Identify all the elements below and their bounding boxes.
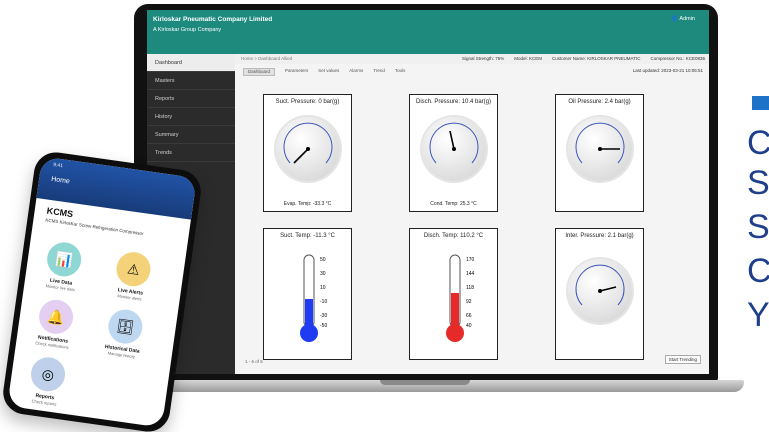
thermo-tick: 144	[466, 271, 475, 277]
phone-title: Home	[50, 175, 71, 186]
thermo-tick: 50	[320, 257, 326, 263]
tab-set-values[interactable]: Set values	[318, 68, 339, 76]
sidebar-item-dashboard[interactable]: Dashboard	[147, 54, 235, 72]
tab-trend[interactable]: Trend	[373, 68, 385, 76]
thermo-tick: 170	[466, 257, 475, 263]
thermo-tick: -10	[320, 299, 327, 305]
tab-parameters[interactable]: Parameters	[285, 68, 308, 76]
company-name: Kirloskar Pneumatic Company Limited	[153, 16, 273, 23]
thermometer: 50 30 10 -10 -30 -50	[300, 249, 327, 345]
card-discharge-pressure: Disch. Pressure: 10.4 bar(g) Cond. Temp:…	[409, 94, 498, 212]
customer-name: Customer Name: KIRLOSKAR PNEUMATIC	[552, 56, 641, 61]
device-meta: Signal Strength: 75% Model: KCEM Custome…	[462, 56, 705, 61]
card-title: Suct. Pressure: 0 bar(g)	[275, 99, 340, 105]
thermo-tick: 118	[466, 285, 474, 291]
laptop-screen: Kirloskar Pneumatic Company Limited A Ki…	[147, 10, 709, 374]
user-label: Admin	[679, 16, 695, 22]
compressor-no: Compressor No.: KCE0836	[650, 56, 705, 61]
tile-historical-data[interactable]: 🗄 Historical Data Manage history	[101, 307, 147, 360]
card-title: Oil Pressure: 2.4 bar(g)	[568, 99, 631, 105]
tile-reports[interactable]: ◎ Reports Check reports	[24, 355, 70, 408]
card-footer: Evap. Temp: -33.3 °C	[283, 201, 332, 207]
report-icon: ◎	[28, 355, 68, 394]
sidebar-item-summary[interactable]: Summary	[147, 126, 235, 144]
tile-live-alerts[interactable]: ⚠ Live Alerts Monitor alerts	[109, 249, 155, 303]
right-text-line: S	[747, 208, 769, 246]
user-menu[interactable]: 👤 Admin	[671, 16, 695, 22]
thermo-tick: -50	[320, 323, 327, 329]
last-updated: Last updated: 2023-03-21 10:05:51	[632, 68, 703, 73]
phone-screen: 9:41 Home KCMS KCMS KirlosKar Screw Refr…	[7, 156, 197, 428]
breadcrumb: Home > Dashboard Allied	[241, 56, 293, 61]
thermo-tick: -30	[320, 313, 327, 319]
bell-icon: 🔔	[36, 297, 76, 337]
pressure-gauge	[276, 117, 340, 181]
database-icon: 🗄	[106, 307, 145, 346]
card-footer: Cond. Temp: 25.3 °C	[430, 201, 477, 207]
thermo-tick: 10	[320, 285, 326, 291]
phone-frame: 9:41 Home KCMS KCMS KirlosKar Screw Refr…	[0, 149, 204, 432]
pressure-gauge	[568, 117, 632, 181]
card-title: Suct. Temp: -11.3 °C	[280, 233, 335, 239]
card-title: Inter. Pressure: 2.1 bar(g)	[565, 233, 634, 239]
alert-icon: ⚠	[114, 249, 153, 289]
thermo-tick: 66	[466, 313, 472, 319]
thermo-tick: 30	[320, 271, 326, 277]
card-title: Disch. Temp: 110.2 °C	[423, 233, 484, 239]
signal-strength: Signal Strength: 75%	[461, 56, 505, 61]
start-trending-button[interactable]: Start Trending	[664, 355, 701, 364]
sidebar-item-history[interactable]: History	[147, 108, 235, 126]
card-discharge-temp: Disch. Temp: 110.2 °C 170 144 118 92 66 …	[409, 228, 498, 360]
pagination-text: 1 - 6 of 6	[245, 359, 263, 364]
tab-alarms[interactable]: Alarms	[349, 68, 363, 76]
phone-status-time: 9:41	[52, 162, 64, 170]
thermometer: 170 144 118 92 66 40	[446, 249, 475, 345]
tile-notifications[interactable]: 🔔 Notifications Check notifications	[32, 297, 78, 350]
right-text-line: C	[747, 124, 769, 162]
card-suction-temp: Suct. Temp: -11.3 °C 50 30 10 -10 -30 -5…	[263, 228, 352, 360]
tab-tools[interactable]: Tools	[395, 68, 406, 76]
company-subtitle: A Kirloskar Group Company	[153, 27, 222, 33]
thermo-tick: 92	[466, 299, 472, 305]
info-bar: Home > Dashboard Allied Signal Strength:…	[235, 54, 709, 64]
right-text-line: S	[747, 164, 769, 202]
card-inter-pressure: Inter. Pressure: 2.1 bar(g)	[555, 228, 644, 360]
laptop-notch	[380, 380, 470, 385]
sidebar-item-trends[interactable]: Trends	[147, 144, 235, 162]
sidebar-item-masters[interactable]: Masters	[147, 72, 235, 90]
right-text-line: C	[747, 252, 769, 290]
card-oil-pressure: Oil Pressure: 2.4 bar(g)	[555, 94, 644, 212]
app-subtitle: KCMS KirlosKar Screw Refrigeration Compr…	[45, 217, 144, 237]
tab-dashboard[interactable]: Dashboard	[243, 68, 276, 76]
right-text-line: Y	[747, 296, 769, 334]
card-suction-pressure: Suct. Pressure: 0 bar(g) Evap. Temp: -33…	[263, 94, 352, 212]
chart-icon: 📊	[44, 240, 84, 279]
tab-bar: Dashboard Parameters Set values Alarms T…	[243, 68, 405, 76]
right-side-text: C S S C Y	[747, 100, 769, 340]
app-header: Kirloskar Pneumatic Company Limited A Ki…	[147, 10, 709, 54]
model-label: Model: KCEM	[514, 56, 543, 61]
card-title: Disch. Pressure: 10.4 bar(g)	[415, 99, 492, 105]
sidebar-item-reports[interactable]: Reports	[147, 90, 235, 108]
pressure-gauge	[422, 117, 486, 181]
pressure-gauge	[568, 259, 632, 323]
thermo-tick: 40	[466, 323, 472, 329]
tile-live-data[interactable]: 📊 Live Data Monitor live data	[40, 240, 86, 293]
